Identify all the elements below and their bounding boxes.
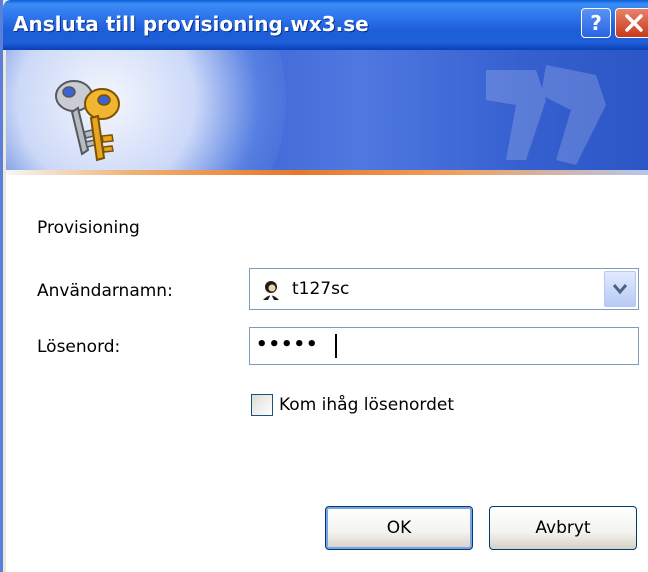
cancel-button[interactable]: Avbryt bbox=[489, 506, 637, 550]
title-bar[interactable]: Ansluta till provisioning.wx3.se ? bbox=[3, 0, 648, 50]
username-value[interactable]: t127sc bbox=[292, 279, 349, 299]
password-label: Lösenord: bbox=[37, 337, 121, 357]
help-button[interactable]: ? bbox=[581, 8, 611, 38]
password-field[interactable]: ••••• bbox=[249, 327, 639, 365]
login-dialog: Ansluta till provisioning.wx3.se ? Provi… bbox=[0, 0, 648, 572]
remember-password-label[interactable]: Kom ihåg lösenordet bbox=[279, 395, 454, 415]
banner-watermark-keys bbox=[486, 65, 606, 165]
close-button[interactable] bbox=[615, 8, 648, 38]
text-caret bbox=[335, 334, 337, 358]
help-icon: ? bbox=[590, 11, 602, 35]
username-combobox[interactable]: t127sc bbox=[249, 268, 639, 310]
window-title: Ansluta till provisioning.wx3.se bbox=[13, 12, 369, 36]
realm-label: Provisioning bbox=[37, 218, 140, 238]
ok-button[interactable]: OK bbox=[325, 506, 473, 550]
dialog-banner bbox=[6, 50, 648, 175]
password-value: ••••• bbox=[256, 334, 319, 355]
user-icon bbox=[263, 281, 279, 300]
username-label: Användarnamn: bbox=[37, 281, 173, 301]
chevron-down-icon bbox=[612, 284, 628, 295]
username-dropdown-button[interactable] bbox=[604, 271, 636, 307]
close-icon bbox=[624, 14, 643, 32]
remember-password-checkbox[interactable] bbox=[251, 394, 273, 416]
keys-icon bbox=[55, 80, 120, 162]
